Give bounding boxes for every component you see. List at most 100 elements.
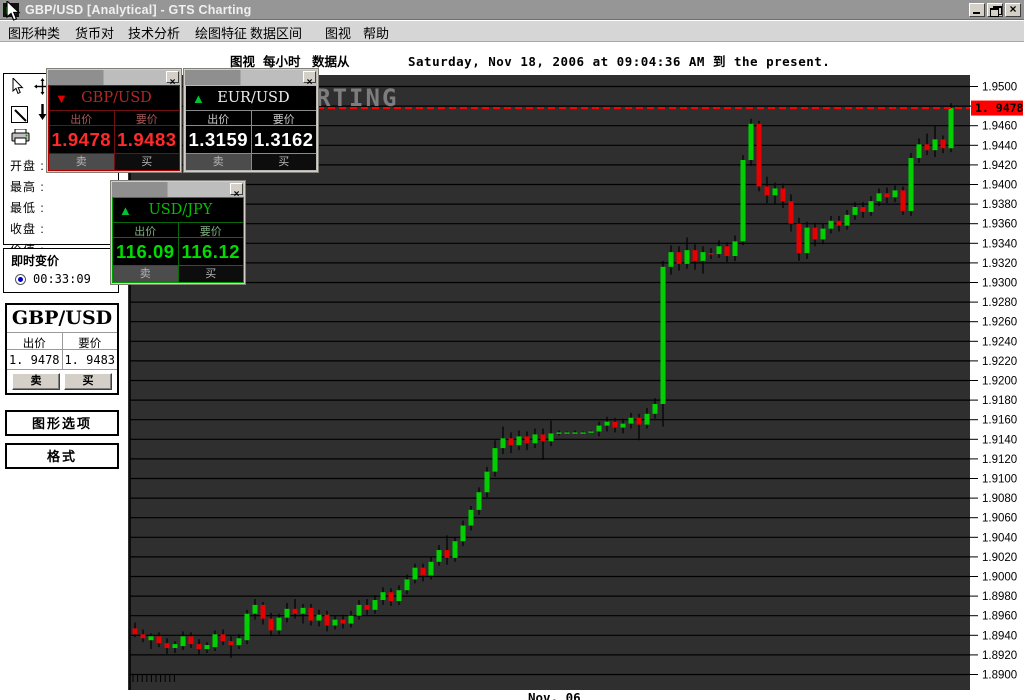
tick-panel-label: 即时变价 [11, 254, 60, 268]
window-title: GBP/USD [Analytical] - GTS Charting [25, 2, 252, 17]
print-icon[interactable] [11, 128, 31, 150]
svg-text:1.9180: 1.9180 [982, 395, 1017, 407]
gbpusd-floating-panel[interactable]: GBP/USD 出价 要价 1.9478 1.9483 卖 买 [46, 68, 182, 173]
buy-button[interactable]: 买 [178, 266, 243, 282]
quote-box-ask-label: 要价 [78, 338, 102, 350]
line-tool-icon[interactable] [11, 106, 28, 123]
ask-value: 1.9483 [116, 129, 177, 150]
menu-drawing-features[interactable]: 绘图特征 [195, 23, 247, 42]
close-button[interactable] [1005, 2, 1021, 17]
ask-label: 要价 [199, 226, 222, 238]
sell-button[interactable]: 卖 [113, 266, 179, 282]
ask-value: 1.3162 [253, 129, 314, 150]
mouse-cursor-icon [6, 1, 21, 21]
svg-text:1.9460: 1.9460 [982, 121, 1017, 133]
svg-text:1.8940: 1.8940 [982, 630, 1017, 642]
ask-value: 116.12 [181, 241, 241, 262]
svg-text:1.9300: 1.9300 [982, 278, 1017, 290]
tick-radio-button[interactable] [15, 273, 26, 285]
svg-text:1.9380: 1.9380 [982, 199, 1017, 211]
buy-button[interactable]: 买 [64, 373, 112, 390]
ask-label: 要价 [272, 114, 295, 126]
close-icon[interactable] [303, 71, 316, 83]
svg-text:1.8900: 1.8900 [982, 670, 1017, 682]
bid-value: 116.09 [113, 238, 179, 265]
pointer-tool-icon[interactable] [11, 76, 25, 100]
menu-data-range[interactable]: 数据区间 [250, 23, 302, 42]
bid-label: 出价 [186, 111, 252, 126]
svg-text:1.8960: 1.8960 [982, 611, 1017, 623]
down-trend-icon [55, 91, 68, 106]
svg-text:1.9280: 1.9280 [982, 297, 1017, 309]
ask-label: 要价 [135, 114, 158, 126]
format-button[interactable]: 格式 [5, 443, 119, 469]
svg-text:1.9200: 1.9200 [982, 376, 1017, 388]
window-titlebar: GBP/USD [Analytical] - GTS Charting [0, 0, 1024, 20]
sell-button[interactable]: 卖 [186, 154, 252, 170]
svg-text:1.9440: 1.9440 [982, 140, 1017, 152]
quote-box-bid-label: 出价 [7, 333, 63, 350]
svg-text:1.9120: 1.9120 [982, 454, 1017, 466]
usdjpy-floating-panel[interactable]: USD/JPY 出价 要价 116.09 116.12 卖 买 [110, 180, 246, 285]
svg-text:1.9220: 1.9220 [982, 356, 1017, 368]
tick-panel: 即时变价 00:33:09 [3, 248, 119, 293]
close-icon[interactable] [166, 71, 179, 83]
close-icon[interactable] [230, 183, 243, 195]
svg-text:1.9140: 1.9140 [982, 434, 1017, 446]
sell-button[interactable]: 卖 [49, 154, 115, 170]
svg-text:1.9420: 1.9420 [982, 160, 1017, 172]
tick-countdown: 00:33:09 [33, 272, 91, 286]
bid-label: 出价 [49, 111, 115, 126]
minimize-button[interactable] [969, 2, 985, 17]
restore-button[interactable] [987, 2, 1003, 17]
svg-text:1.9240: 1.9240 [982, 336, 1017, 348]
menu-currency-pair[interactable]: 货币对 [75, 23, 114, 42]
bid-label: 出价 [113, 223, 179, 238]
menu-chart-type[interactable]: 图形种类 [8, 23, 60, 42]
svg-text:1.8920: 1.8920 [982, 650, 1017, 662]
buy-button[interactable]: 买 [114, 154, 179, 170]
svg-text:1.9000: 1.9000 [982, 572, 1017, 584]
menu-help[interactable]: 帮助 [363, 23, 389, 42]
svg-text:1. 9478: 1. 9478 [975, 101, 1024, 115]
svg-text:1.9060: 1.9060 [982, 513, 1017, 525]
panel-titlebar[interactable] [185, 70, 317, 85]
stat-low: 最低 : [10, 201, 45, 215]
graph-options-button[interactable]: 图形选项 [5, 410, 119, 436]
panel-pair: EUR/USD [217, 90, 290, 106]
panel-titlebar[interactable] [112, 182, 244, 197]
svg-text:1.9040: 1.9040 [982, 532, 1017, 544]
svg-text:1.9340: 1.9340 [982, 238, 1017, 250]
sell-button[interactable]: 卖 [12, 373, 60, 390]
svg-text:Nov, 06: Nov, 06 [528, 690, 581, 700]
eurusd-floating-panel[interactable]: EUR/USD 出价 要价 1.3159 1.3162 卖 买 [183, 68, 319, 173]
svg-text:1.9500: 1.9500 [982, 82, 1017, 94]
panel-titlebar[interactable] [48, 70, 180, 85]
quote-box-ask: 1. 9483 [64, 353, 116, 367]
stat-high: 最高 : [10, 180, 45, 194]
svg-text:1.9400: 1.9400 [982, 180, 1017, 192]
svg-text:1.9160: 1.9160 [982, 415, 1017, 427]
svg-text:1.9100: 1.9100 [982, 474, 1017, 486]
bid-value: 1.9478 [49, 126, 115, 153]
panel-pair: USD/JPY [148, 202, 213, 218]
buy-button[interactable]: 买 [251, 154, 316, 170]
svg-text:1.9080: 1.9080 [982, 493, 1017, 505]
quote-box-bid: 1. 9478 [7, 350, 63, 369]
bid-value: 1.3159 [186, 126, 252, 153]
info-date-range: Saturday, Nov 18, 2006 at 09:04:36 AM 到 … [408, 54, 831, 69]
svg-text:1.9260: 1.9260 [982, 317, 1017, 329]
panel-pair: GBP/USD [81, 90, 152, 106]
menu-bar: 图形种类 货币对 技术分析 绘图特征 数据区间 图视 帮助 [0, 21, 1024, 42]
svg-text:1.8980: 1.8980 [982, 591, 1017, 603]
svg-text:1.9320: 1.9320 [982, 258, 1017, 270]
svg-text:1.9360: 1.9360 [982, 219, 1017, 231]
stat-close: 收盘 : [10, 222, 45, 236]
up-trend-icon [192, 91, 205, 106]
menu-view[interactable]: 图视 [325, 23, 351, 42]
up-trend-icon [119, 203, 132, 218]
svg-text:1.9020: 1.9020 [982, 552, 1017, 564]
quote-box-pair: GBP/USD [11, 307, 113, 329]
gbpusd-quote-box: GBP/USD 出价 要价 1. 9478 1. 9483 卖 买 [5, 303, 119, 395]
menu-technical-analysis[interactable]: 技术分析 [128, 23, 180, 42]
